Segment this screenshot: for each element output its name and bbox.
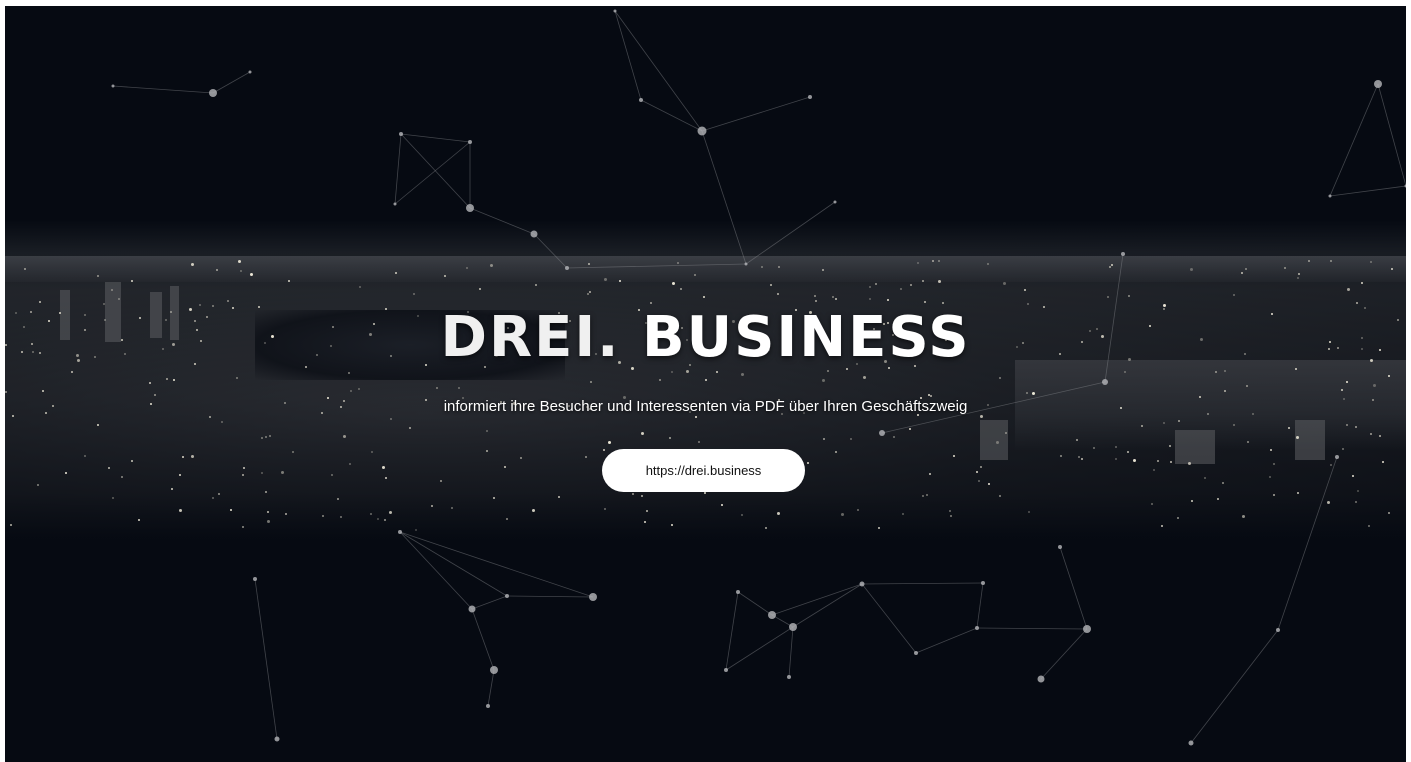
- hero-title-part2: BUSINESS: [641, 305, 971, 370]
- hero-title: DREI. BUSINESS: [5, 306, 1406, 370]
- website-url-button[interactable]: https://drei.business: [602, 449, 805, 492]
- hero-content: DREI. BUSINESS informiert ihre Besucher …: [5, 6, 1406, 762]
- page: DREI. BUSINESS informiert ihre Besucher …: [0, 0, 1411, 762]
- hero-section: DREI. BUSINESS informiert ihre Besucher …: [5, 6, 1406, 762]
- hero-subtitle: informiert ihre Besucher und Interessent…: [443, 398, 968, 415]
- hero-title-part1: DREI.: [440, 305, 621, 370]
